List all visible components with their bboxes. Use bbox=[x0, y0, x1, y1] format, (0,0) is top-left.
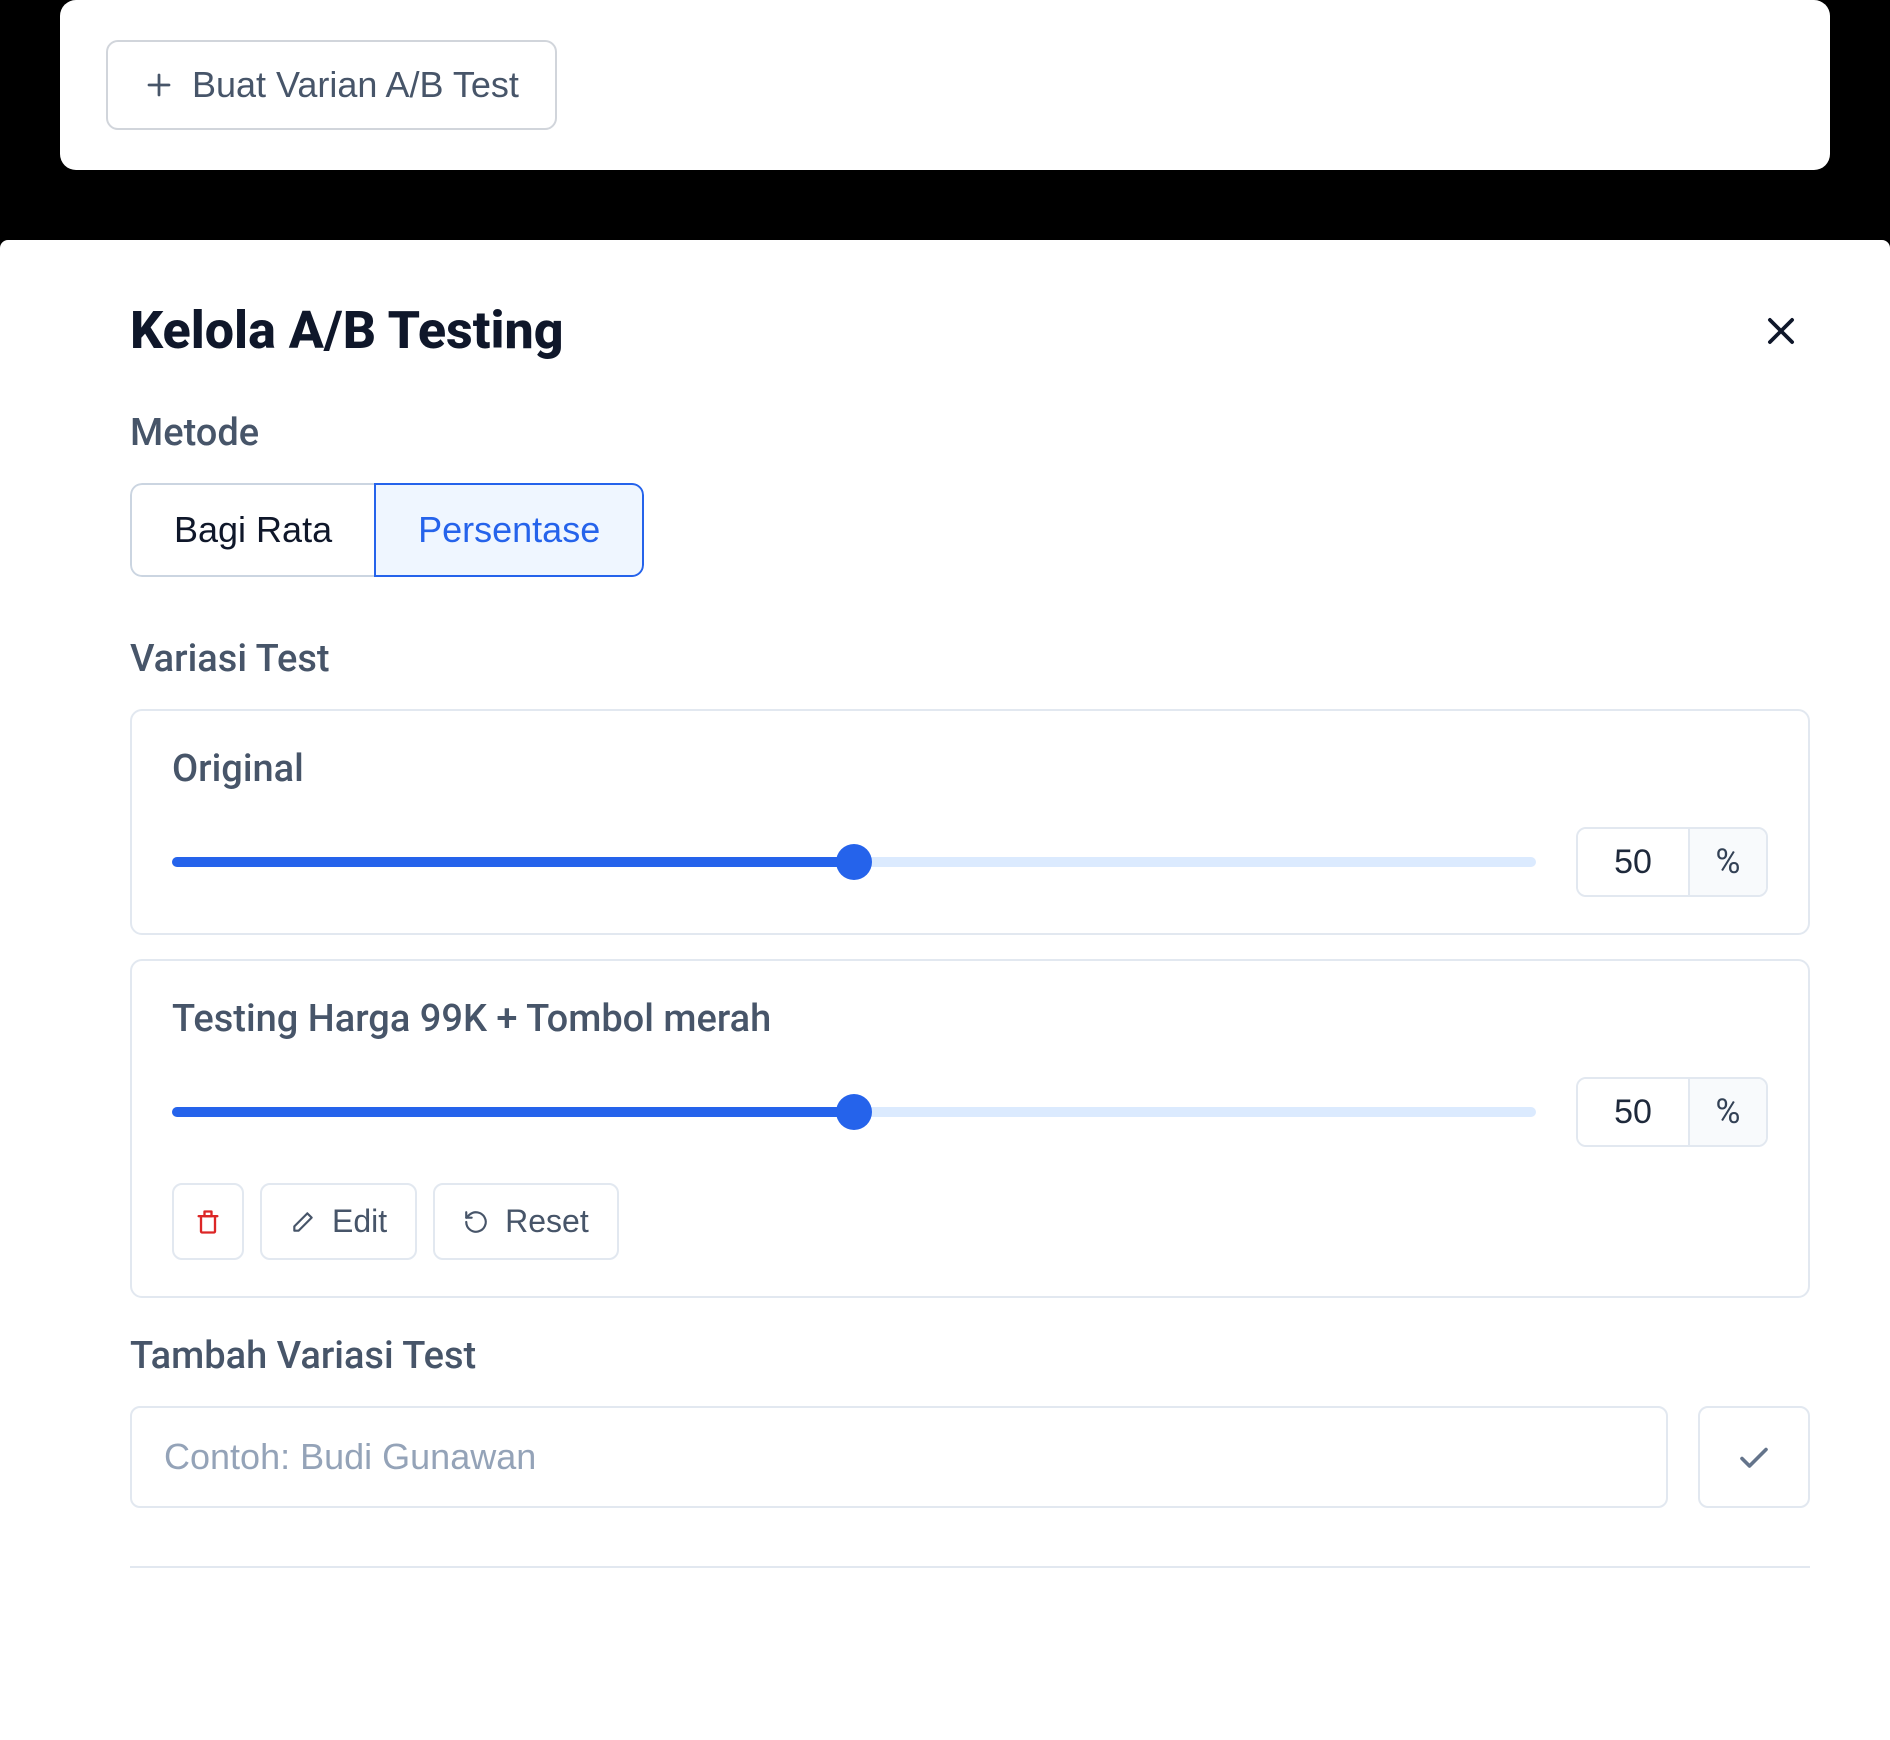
trash-icon bbox=[194, 1208, 222, 1236]
variation-card-original: Original % bbox=[130, 709, 1810, 935]
confirm-add-button[interactable] bbox=[1698, 1406, 1810, 1508]
modal-header: Kelola A/B Testing bbox=[130, 300, 1810, 361]
percentage-input-group: % bbox=[1576, 1077, 1768, 1147]
variation-name: Testing Harga 99K + Tombol merah bbox=[172, 997, 1768, 1041]
method-equal-option[interactable]: Bagi Rata bbox=[130, 483, 374, 577]
slider-row: % bbox=[172, 827, 1768, 897]
variation-actions: Edit Reset bbox=[172, 1183, 1768, 1260]
add-variation-input[interactable] bbox=[130, 1406, 1668, 1508]
modal-title: Kelola A/B Testing bbox=[130, 300, 564, 361]
close-button[interactable] bbox=[1752, 302, 1810, 360]
edit-variation-button[interactable]: Edit bbox=[260, 1183, 417, 1260]
edit-label: Edit bbox=[332, 1203, 387, 1240]
slider-row: % bbox=[172, 1077, 1768, 1147]
percentage-slider[interactable] bbox=[172, 1096, 1536, 1128]
check-icon bbox=[1736, 1439, 1772, 1475]
variations-section: Variasi Test Original % Testing Harga 99… bbox=[130, 637, 1810, 1298]
variation-name: Original bbox=[172, 747, 1768, 791]
percentage-slider[interactable] bbox=[172, 846, 1536, 878]
pencil-icon bbox=[290, 1209, 316, 1235]
divider bbox=[130, 1566, 1810, 1568]
add-variation-row bbox=[130, 1406, 1810, 1508]
reset-label: Reset bbox=[505, 1203, 589, 1240]
ab-testing-modal: Kelola A/B Testing Metode Bagi Rata Pers… bbox=[0, 240, 1890, 1740]
method-label: Metode bbox=[130, 411, 1810, 455]
add-variation-label: Tambah Variasi Test bbox=[130, 1334, 1810, 1378]
reset-variation-button[interactable]: Reset bbox=[433, 1183, 619, 1260]
close-icon bbox=[1762, 312, 1800, 350]
percent-suffix: % bbox=[1688, 829, 1766, 895]
plus-icon bbox=[144, 70, 174, 100]
variation-card-testing: Testing Harga 99K + Tombol merah % bbox=[130, 959, 1810, 1298]
method-percentage-option[interactable]: Persentase bbox=[374, 483, 644, 577]
percent-suffix: % bbox=[1688, 1079, 1766, 1145]
percentage-input-group: % bbox=[1576, 827, 1768, 897]
method-segment-group: Bagi Rata Persentase bbox=[130, 483, 644, 577]
add-variation-section: Tambah Variasi Test bbox=[130, 1334, 1810, 1508]
variations-label: Variasi Test bbox=[130, 637, 1810, 681]
create-variant-label: Buat Varian A/B Test bbox=[192, 64, 519, 106]
create-variant-button[interactable]: Buat Varian A/B Test bbox=[106, 40, 557, 130]
method-section: Metode Bagi Rata Persentase bbox=[130, 411, 1810, 637]
reset-icon bbox=[463, 1209, 489, 1235]
percentage-input[interactable] bbox=[1578, 829, 1688, 895]
delete-variation-button[interactable] bbox=[172, 1183, 244, 1260]
top-card: Buat Varian A/B Test bbox=[60, 0, 1830, 170]
percentage-input[interactable] bbox=[1578, 1079, 1688, 1145]
